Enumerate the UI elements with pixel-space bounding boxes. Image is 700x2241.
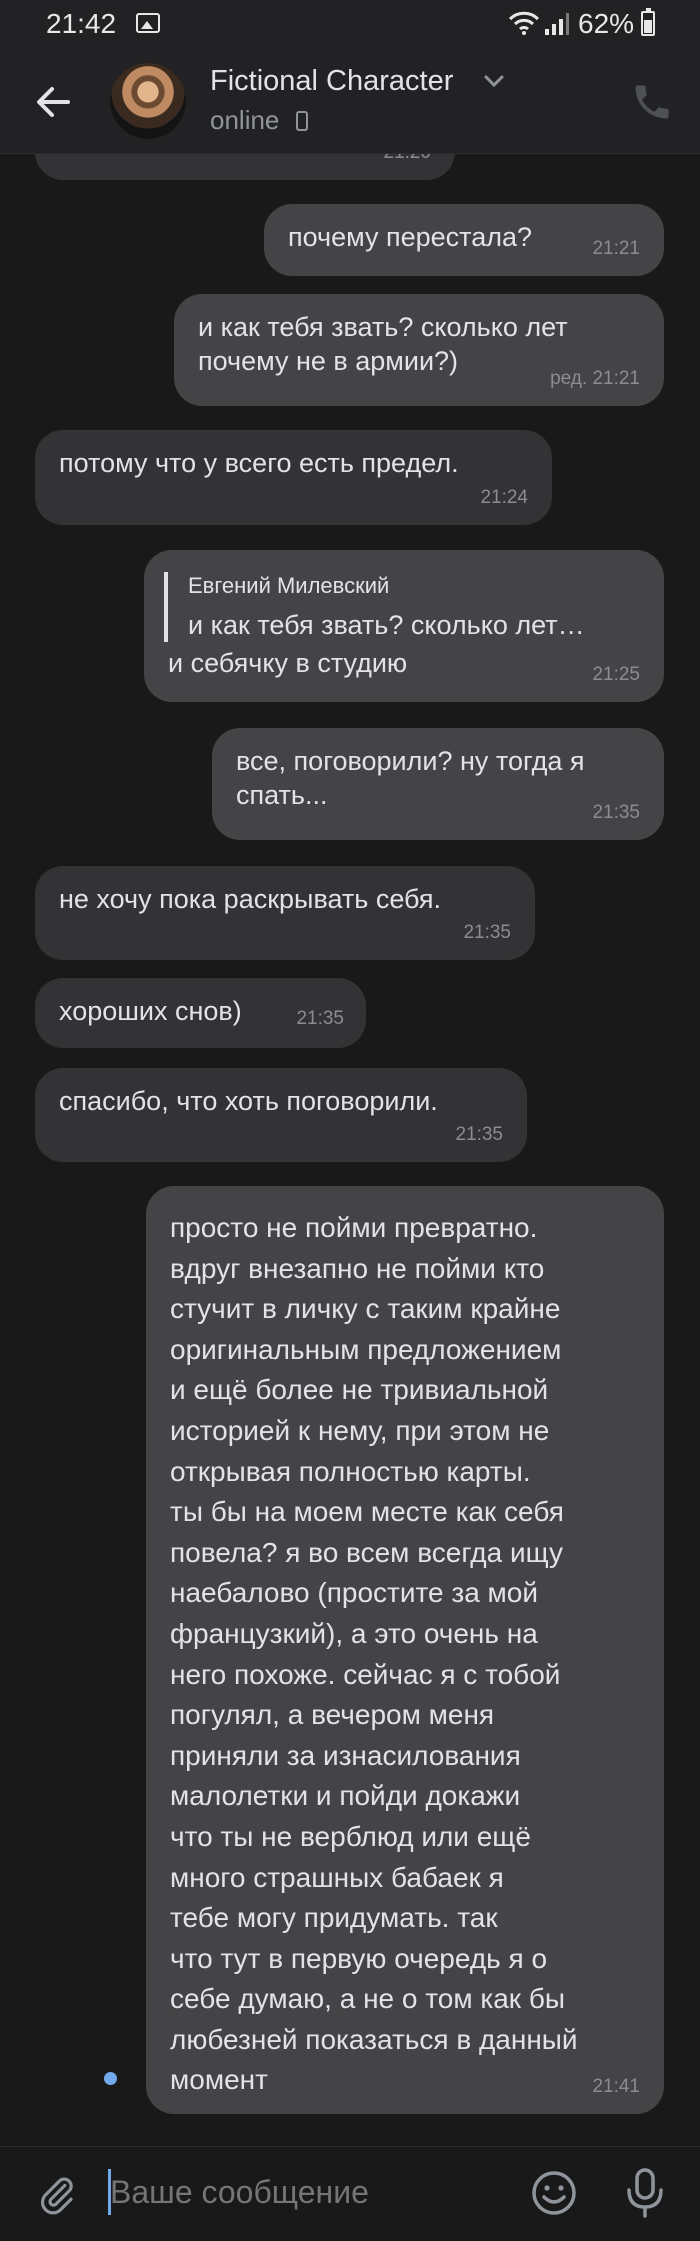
call-icon[interactable]	[630, 80, 674, 124]
message-text: и себячку в студию	[168, 648, 408, 678]
message-time: 21:24	[480, 487, 528, 508]
chevron-down-icon[interactable]	[483, 74, 505, 88]
message-time: ред. 21:21	[550, 368, 640, 389]
message-bubble[interactable]: и как тебя звать? сколько лет почему не …	[174, 294, 664, 406]
message-input[interactable]	[110, 2167, 500, 2217]
wifi-icon	[508, 11, 540, 35]
avatar[interactable]	[110, 63, 186, 139]
message-bubble[interactable]: потому что у всего есть предел. 21:24	[35, 430, 552, 525]
message-text: просто не пойми превратно. вдруг внезапн…	[170, 1212, 578, 2096]
message-bubble[interactable]: просто не пойми превратно. вдруг внезапн…	[146, 1186, 664, 2114]
photo-icon	[136, 13, 160, 33]
message-time: 21:21	[592, 238, 640, 259]
back-arrow-icon[interactable]	[30, 78, 78, 126]
phone-device-icon	[296, 111, 308, 131]
emoji-icon[interactable]	[530, 2169, 578, 2217]
battery-percent: 62%	[578, 8, 635, 39]
message-text: спасибо, что хоть поговорили.	[59, 1086, 438, 1116]
quote-author: Евгений Милевский	[188, 573, 390, 598]
message-text: хороших снов)	[59, 996, 242, 1026]
message-bubble[interactable]: хороших снов) 21:35	[35, 978, 366, 1048]
message-time: 21:41	[592, 2076, 640, 2097]
contact-name[interactable]: Fictional Character	[210, 65, 453, 98]
message-text: потому что у всего есть предел.	[59, 448, 459, 478]
message-bubble[interactable]: Евгений Милевский и как тебя звать? скол…	[144, 550, 664, 702]
chat-screen: 21:42 62% Fictional Character online поч…	[0, 0, 700, 2241]
microphone-icon[interactable]	[624, 2167, 666, 2219]
message-bubble[interactable]: почему перестала? 21:21	[264, 204, 664, 276]
status-time: 21:42	[46, 8, 117, 39]
message-text: и как тебя звать? сколько лет почему не …	[198, 312, 568, 376]
quote-text: и как тебя звать? сколько лет…	[188, 610, 585, 640]
message-bubble[interactable]: спасибо, что хоть поговорили. 21:35	[35, 1068, 527, 1162]
signal-icon	[545, 13, 569, 35]
message-time: 21:25	[592, 664, 640, 685]
message-time: 21:35	[463, 922, 511, 943]
message-text: все, поговорили? ну тогда я спать...	[236, 746, 585, 810]
message-time: 21:35	[592, 802, 640, 823]
message-bubble[interactable]: все, поговорили? ну тогда я спать... 21:…	[212, 728, 664, 840]
reply-quote[interactable]: Евгений Милевский и как тебя звать? скол…	[164, 572, 585, 642]
message-text: не хочу пока раскрывать себя.	[59, 884, 442, 914]
message-bubble[interactable]: не хочу пока раскрывать себя. 21:35	[35, 866, 535, 960]
battery-icon	[641, 8, 655, 36]
message-composer	[0, 2146, 700, 2241]
message-time: 21:35	[455, 1124, 503, 1145]
chat-header: Fictional Character online	[0, 48, 700, 154]
contact-status: online	[210, 105, 280, 135]
unread-indicator	[104, 2072, 117, 2085]
message-text: почему перестала?	[288, 222, 533, 252]
status-bar: 21:42 62%	[0, 0, 700, 48]
message-time: 21:35	[296, 1008, 344, 1029]
paperclip-icon[interactable]	[36, 2173, 78, 2217]
